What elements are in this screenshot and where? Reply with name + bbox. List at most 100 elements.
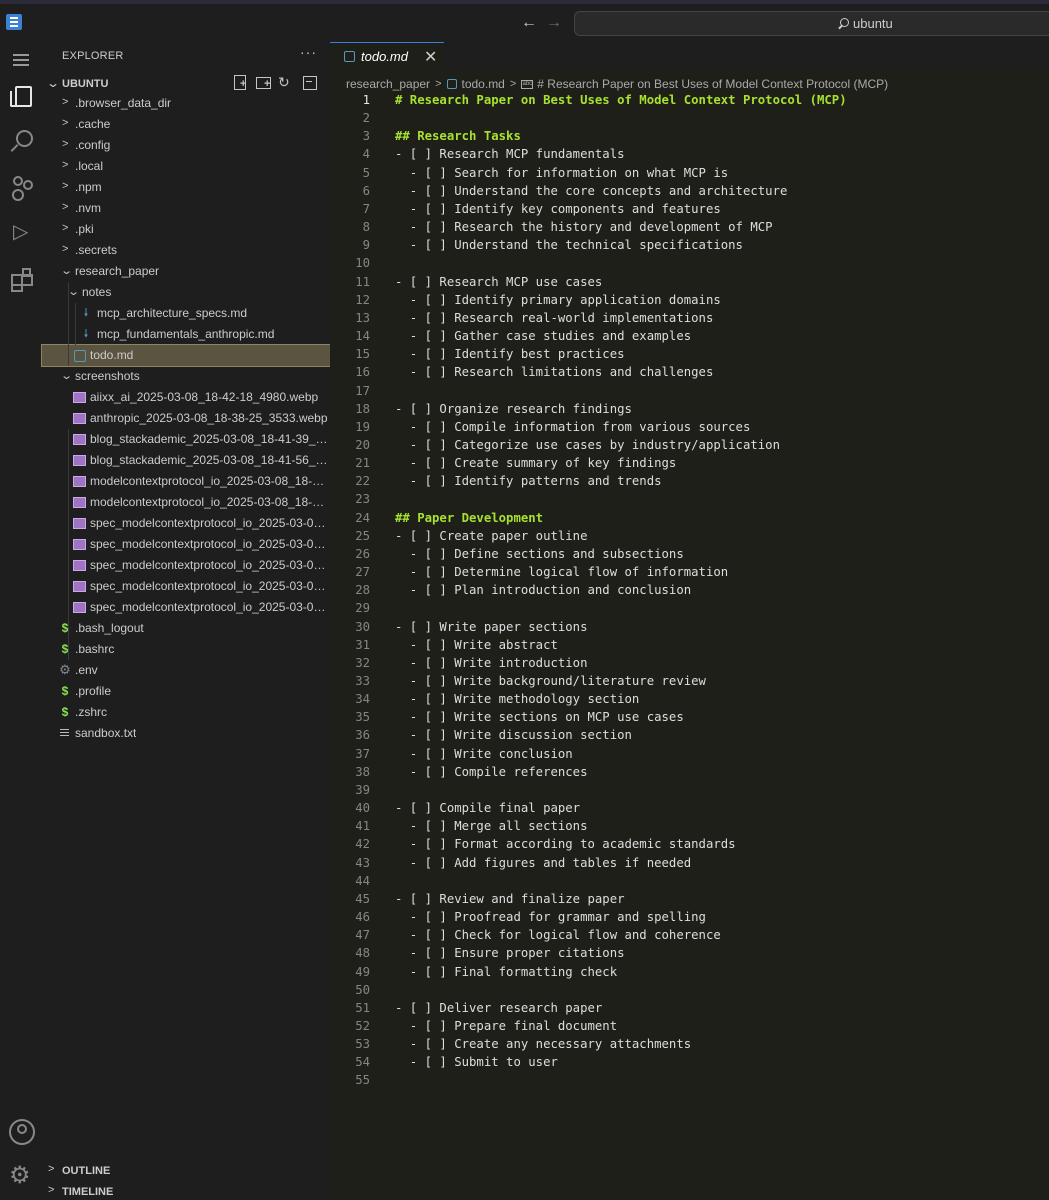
search-icon [837,17,849,30]
code-text: ## Paper Development [395,510,544,525]
code-line: 34 - [ ] Write methodology section [330,691,1049,709]
file-item[interactable]: anthropic_2025-03-08_18-38-25_3533.webp [42,408,330,429]
file-item[interactable]: spec_modelcontextprotocol_io_2025-03-08.… [42,513,330,534]
code-text: - [ ] Compile final paper [395,801,581,816]
folder-item[interactable]: > .browser_data_dir [42,93,330,114]
chevron-right-icon: > [62,138,69,150]
folder-item[interactable]: > .pki [42,219,330,240]
folder-item[interactable]: > .cache [42,114,330,135]
line-number: 43 [355,855,370,870]
close-icon[interactable]: ✕ [424,47,437,67]
menu-icon[interactable] [6,46,36,76]
extensions-icon[interactable] [6,264,36,294]
file-item[interactable]: spec_modelcontextprotocol_io_2025-03-08.… [42,576,330,597]
file-item[interactable]: $ .bashrc [42,639,330,660]
outline-label: OUTLINE [62,1165,111,1177]
line-number: 50 [355,982,370,997]
collapse-all-icon[interactable] [301,74,317,90]
code-line: 46 - [ ] Proofread for grammar and spell… [330,909,1049,927]
code-line: 1 # Research Paper on Best Uses of Model … [330,92,1049,110]
file-item[interactable]: blog_stackademic_2025-03-08_18-41-56_7..… [42,450,330,471]
code-line: 43 - [ ] Add figures and tables if neede… [330,855,1049,873]
file-item[interactable]: spec_modelcontextprotocol_io_2025-03-08.… [42,597,330,618]
file-item[interactable]: $ .profile [42,681,330,702]
folder-item[interactable]: > .config [42,135,330,156]
timeline-section[interactable]: > TIMELINE [42,1181,330,1200]
tab-todo-md[interactable]: todo.md ✕ [330,42,444,70]
code-editor[interactable]: 1 # Research Paper on Best Uses of Model … [330,92,1049,1091]
line-number: 27 [355,565,370,580]
line-number: 26 [355,546,370,561]
file-item[interactable]: blog_stackademic_2025-03-08_18-41-39_5..… [42,429,330,450]
file-item[interactable]: mcp_architecture_specs.md [42,303,330,324]
tree-item-label: anthropic_2025-03-08_18-38-25_3533.webp [90,411,328,425]
command-center-label: ubuntu [853,16,893,31]
file-item[interactable]: sandbox.txt [42,723,330,744]
image-file-icon [73,496,86,508]
indent-guide [68,282,69,366]
folder-item[interactable]: > .secrets [42,240,330,261]
tree-item-label: screenshots [75,369,140,383]
line-number: 55 [355,1073,370,1088]
file-item[interactable]: $ .zshrc [42,702,330,723]
breadcrumb-folder[interactable]: research_paper [346,77,430,91]
image-file-icon [73,559,86,571]
file-item[interactable]: spec_modelcontextprotocol_io_2025-03-08.… [42,534,330,555]
title-bar: ← → ubuntu [0,0,1049,42]
new-file-icon[interactable] [232,74,248,90]
line-number: 34 [355,692,370,707]
line-number: 38 [355,764,370,779]
search-view-icon[interactable] [6,126,36,156]
line-number: 29 [355,601,370,616]
file-item[interactable]: modelcontextprotocol_io_2025-03-08_18-4.… [42,492,330,513]
settings-gear-icon[interactable] [6,1161,36,1192]
file-item[interactable]: mcp_fundamentals_anthropic.md [42,324,330,345]
line-number: 51 [355,1000,370,1015]
line-number: 2 [362,111,370,126]
command-center-search[interactable]: ubuntu [574,11,1049,36]
folder-item[interactable]: > .nvm [42,198,330,219]
explorer-icon[interactable] [6,80,36,110]
back-arrow-icon[interactable]: ← [520,14,538,32]
code-text: - [ ] Prepare final document [395,1018,618,1033]
breadcrumb-file[interactable]: todo.md [462,77,505,91]
file-item[interactable]: ⚙ .env [42,660,330,681]
shell-file-icon: $ [61,684,69,698]
file-item[interactable]: spec_modelcontextprotocol_io_2025-03-08.… [42,555,330,576]
outline-section[interactable]: > OUTLINE [42,1160,330,1181]
code-line: 48 - [ ] Ensure proper citations [330,945,1049,963]
new-folder-icon[interactable] [255,74,271,90]
line-number: 24 [355,510,370,525]
line-number: 9 [362,238,370,253]
code-text: - [ ] Write background/literature review [395,674,706,688]
more-actions-icon[interactable]: ··· [300,44,317,60]
code-line: 26 - [ ] Define sections and subsections [330,546,1049,564]
refresh-icon[interactable]: ↻ [278,74,294,90]
folder-item[interactable]: ⌄ research_paper [42,261,330,282]
file-item[interactable]: $ .bash_logout [42,618,330,639]
file-item[interactable]: todo.md [41,344,331,367]
line-number: 45 [355,891,370,906]
folder-item[interactable]: ⌄ screenshots [42,366,330,387]
folder-item[interactable]: ⌄ notes [42,282,330,303]
line-number: 17 [355,383,370,398]
file-item[interactable]: modelcontextprotocol_io_2025-03-08_18-4.… [42,471,330,492]
forward-arrow-icon[interactable]: → [545,14,563,32]
code-text: - [ ] Write conclusion [395,746,573,761]
code-text: - [ ] Gather case studies and examples [395,329,692,344]
breadcrumb-symbol[interactable]: # Research Paper on Best Uses of Model C… [537,77,888,91]
folder-item[interactable]: > .npm [42,177,330,198]
chevron-right-icon: > [435,78,442,90]
code-text: - [ ] Research MCP use cases [395,274,603,289]
file-item[interactable]: aiixx_ai_2025-03-08_18-42-18_4980.webp [42,387,330,408]
account-icon[interactable] [6,1116,36,1146]
source-control-icon[interactable] [6,172,36,202]
code-line: 37 - [ ] Write conclusion [330,746,1049,764]
line-number: 41 [355,819,370,834]
tab-bar: todo.md ✕ [330,42,1049,70]
run-debug-icon[interactable] [6,218,36,248]
code-line: 6 - [ ] Understand the core concepts and… [330,183,1049,201]
code-line: 4 - [ ] Research MCP fundamentals [330,146,1049,164]
folder-item[interactable]: > .local [42,156,330,177]
code-text: - [ ] Organize research findings [395,401,632,416]
